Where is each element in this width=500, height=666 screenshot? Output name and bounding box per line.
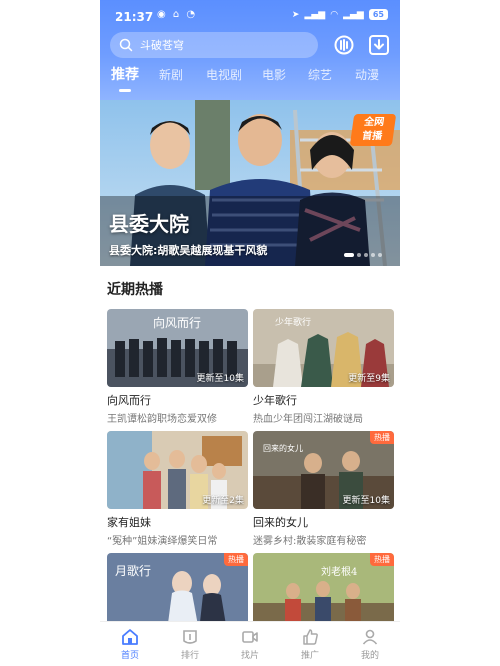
- show-title: 回来的女儿: [253, 516, 308, 529]
- show-title: 少年歌行: [253, 394, 297, 407]
- badge-line2: 首播: [361, 131, 383, 142]
- show-thumbnail: 更新至2集: [107, 431, 248, 509]
- hot-tag: 热播: [370, 553, 394, 566]
- hero-banner[interactable]: 全网 首播 县委大院 县委大院:胡歌吴越展现基干风貌: [100, 100, 400, 266]
- status-time: 21:37: [115, 10, 154, 24]
- search-icon: [119, 38, 133, 52]
- location-icon: ➤: [291, 9, 300, 20]
- show-thumbnail: 刘老根4 热播: [253, 553, 394, 631]
- wifi-icon: ◠: [330, 9, 339, 20]
- nav-profile-label: 我的: [360, 651, 379, 661]
- app-screen: 21:37 ◉ ⌂ ◔ ➤ ▂▄▆ ◠ ▂▄▆ 65 斗破苍穹 推荐 新剧 电视…: [100, 0, 400, 666]
- search-placeholder: 斗破苍穹: [140, 39, 184, 52]
- banner-title: 县委大院: [109, 212, 189, 236]
- show-card[interactable]: 刘老根4 热播: [253, 553, 394, 631]
- nav-home[interactable]: 首页: [110, 628, 150, 661]
- section-title: 近期热播: [107, 282, 163, 298]
- thumb-title: 少年歌行: [275, 316, 311, 328]
- nav-home-label: 首页: [120, 651, 139, 661]
- header: 21:37 ◉ ⌂ ◔ ➤ ▂▄▆ ◠ ▂▄▆ 65 斗破苍穹 推荐 新剧 电视…: [100, 0, 400, 100]
- show-thumbnail: 月歌行 热播: [107, 553, 248, 631]
- home-icon: [122, 629, 138, 645]
- thumb-title: 回来的女儿: [263, 443, 303, 453]
- carousel-dot: [344, 253, 354, 257]
- hot-tag: 热播: [370, 431, 394, 444]
- thumb-title: 月歌行: [115, 563, 151, 578]
- signal-icon-2: ▂▄▆: [343, 9, 364, 20]
- show-thumbnail: 向风而行 更新至10集: [107, 309, 248, 387]
- tab-movies[interactable]: 电影: [262, 66, 286, 83]
- download-icon[interactable]: [367, 33, 391, 57]
- episode-count: 更新至9集: [348, 374, 390, 384]
- nav-ranking-label: 排行: [180, 651, 199, 661]
- nav-profile[interactable]: 我的: [350, 628, 390, 661]
- show-title: 向风而行: [107, 394, 151, 407]
- nav-promote-label: 推广: [300, 651, 319, 661]
- show-thumbnail: 少年歌行 更新至9集: [253, 309, 394, 387]
- bottom-nav: 首页 排行 找片 推广 我的: [100, 621, 400, 666]
- video-camera-icon: [242, 631, 258, 643]
- signal-icon: ▂▄▆: [304, 9, 326, 20]
- battery-icon: 65: [368, 9, 388, 20]
- show-card[interactable]: 向风而行 更新至10集 向风而行 王凯谭松韵职场恋爱双修: [107, 309, 248, 425]
- tab-recommend[interactable]: 推荐: [111, 64, 139, 92]
- search-bar[interactable]: 斗破苍穹: [110, 32, 318, 58]
- carousel-dot: [378, 253, 382, 257]
- tab-new-drama[interactable]: 新剧: [159, 66, 183, 83]
- show-description: 热血少年团闯江湖破谜局: [253, 414, 363, 425]
- premiere-badge: 全网 首播: [349, 114, 397, 146]
- banner-subtitle: 县委大院:胡歌吴越展现基干风貌: [109, 244, 268, 257]
- nav-find[interactable]: 找片: [230, 628, 270, 661]
- tab-variety[interactable]: 综艺: [308, 66, 332, 83]
- show-card[interactable]: 回来的女儿 热播 更新至10集 回来的女儿 迷雾乡村:散装家庭有秘密: [253, 431, 394, 547]
- episode-count: 更新至10集: [342, 496, 390, 506]
- show-description: 王凯谭松韵职场恋爱双修: [107, 414, 217, 425]
- hot-tag: 热播: [224, 553, 248, 566]
- nav-find-label: 找片: [240, 651, 259, 661]
- user-icon: [362, 629, 378, 645]
- status-right: ➤ ▂▄▆ ◠ ▂▄▆ 65: [292, 9, 388, 20]
- show-card[interactable]: 少年歌行 更新至9集 少年歌行 热血少年团闯江湖破谜局: [253, 309, 394, 425]
- tab-tv-series[interactable]: 电视剧: [206, 66, 242, 83]
- tv-cast-icon[interactable]: [332, 33, 356, 57]
- thumbs-up-icon: [303, 629, 318, 645]
- show-card[interactable]: 月歌行 热播: [107, 553, 248, 631]
- badge-line1: 全网: [363, 117, 385, 128]
- carousel-dots: [344, 253, 382, 257]
- carousel-dot: [364, 253, 368, 257]
- notification-icons: ◉ ⌂ ◔: [157, 9, 198, 20]
- carousel-dot: [357, 253, 361, 257]
- tab-anime[interactable]: 动漫: [355, 66, 379, 83]
- nav-promote[interactable]: 推广: [290, 628, 330, 661]
- show-title: 家有姐妹: [107, 516, 151, 529]
- thumb-title: 向风而行: [153, 315, 201, 330]
- episode-count: 更新至10集: [196, 374, 244, 384]
- show-thumbnail: 回来的女儿 热播 更新至10集: [253, 431, 394, 509]
- thumb-title: 刘老根4: [321, 565, 357, 578]
- show-card[interactable]: 更新至2集 家有姐妹 “冤种”姐妹演绎爆笑日常: [107, 431, 248, 547]
- category-tabs: 推荐 新剧 电视剧 电影 综艺 动漫: [100, 66, 400, 96]
- episode-count: 更新至2集: [202, 496, 244, 506]
- nav-ranking[interactable]: 排行: [170, 628, 210, 661]
- show-description: 迷雾乡村:散装家庭有秘密: [253, 536, 367, 547]
- ranking-icon: [183, 630, 197, 644]
- carousel-dot: [371, 253, 375, 257]
- show-description: “冤种”姐妹演绎爆笑日常: [107, 536, 218, 547]
- status-bar: 21:37 ◉ ⌂ ◔ ➤ ▂▄▆ ◠ ▂▄▆ 65: [100, 0, 400, 30]
